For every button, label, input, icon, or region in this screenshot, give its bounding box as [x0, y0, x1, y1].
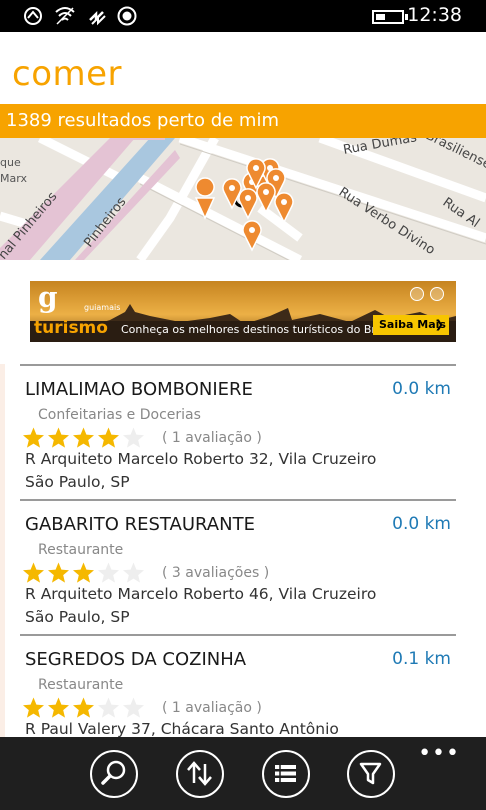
map-view[interactable]: que Marx Pinheiros nal Pinheiros Rua Ver… — [0, 138, 486, 260]
map-label: Marx — [0, 172, 27, 185]
divider — [20, 634, 456, 636]
item-address: R Paul Valery 37, Chácara Santo Antônio — [25, 720, 339, 738]
star-filled-icon — [48, 697, 69, 718]
ad-logo-main: turismo — [34, 318, 108, 338]
star-filled-icon — [73, 427, 94, 448]
ad-logo-small: guiamais — [84, 303, 121, 312]
star-filled-icon — [98, 427, 119, 448]
star-rating — [21, 426, 146, 450]
filter-button[interactable] — [347, 750, 395, 798]
item-category: Restaurante — [38, 677, 124, 693]
item-category: Restaurante — [38, 542, 124, 558]
page-title: comer — [12, 54, 123, 94]
results-count-bar[interactable]: 1389 resultados perto de mim — [0, 104, 486, 138]
item-name: SEGREDOS DA COZINHA — [25, 649, 247, 670]
ad-logo: g — [38, 281, 58, 314]
star-filled-icon — [23, 562, 44, 583]
sync-icon — [89, 10, 106, 26]
more-options-button[interactable]: ••• — [418, 741, 460, 766]
divider — [20, 364, 456, 366]
star-filled-icon — [48, 427, 69, 448]
map-pin-icon[interactable] — [238, 188, 258, 220]
map-pin-icon[interactable] — [256, 182, 276, 214]
map-label: Brasiliense — [423, 138, 486, 173]
item-address: R Arquiteto Marcelo Roberto 32, Vila Cru… — [25, 450, 377, 468]
list-icon — [275, 764, 296, 783]
star-filled-icon — [48, 562, 69, 583]
list-view-button[interactable] — [262, 750, 310, 798]
star-empty-icon — [123, 697, 144, 718]
item-distance: 0.1 km — [392, 649, 451, 669]
app-bar: ••• — [0, 737, 486, 810]
search-icon — [101, 760, 126, 785]
location-icon — [117, 6, 137, 26]
sort-icon — [187, 761, 212, 786]
apple-icon — [430, 287, 444, 301]
star-rating — [21, 561, 146, 585]
ad-text: Conheça os melhores destinos turísticos … — [121, 323, 398, 336]
item-city: São Paulo, SP — [25, 473, 130, 491]
divider — [20, 499, 456, 501]
status-bar: 12:38 — [0, 0, 486, 32]
item-city: São Paulo, SP — [25, 608, 130, 626]
battery-icon — [372, 10, 408, 24]
star-rating — [21, 696, 146, 720]
sort-button[interactable] — [176, 750, 224, 798]
star-empty-icon — [123, 427, 144, 448]
item-category: Confeitarias e Docerias — [38, 407, 201, 423]
wifi-icon — [55, 7, 75, 25]
star-filled-icon — [23, 697, 44, 718]
item-reviews: ( 3 avaliações ) — [162, 565, 270, 581]
item-distance: 0.0 km — [392, 514, 451, 534]
clock: 12:38 — [407, 4, 462, 26]
item-reviews: ( 1 avaliação ) — [162, 700, 262, 716]
item-name: GABARITO RESTAURANTE — [25, 514, 255, 535]
nfc-icon — [24, 7, 42, 25]
ad-banner[interactable]: g guiamais turismo Conheça os melhores d… — [30, 281, 456, 342]
star-filled-icon — [73, 697, 94, 718]
chevron-right-icon: ❯ — [434, 318, 444, 331]
item-address: R Arquiteto Marcelo Roberto 46, Vila Cru… — [25, 585, 377, 603]
item-reviews: ( 1 avaliação ) — [162, 430, 262, 446]
filter-icon — [359, 762, 382, 785]
star-filled-icon — [73, 562, 94, 583]
store-icon — [410, 287, 424, 301]
star-empty-icon — [98, 562, 119, 583]
search-button[interactable] — [90, 750, 138, 798]
item-name: LIMALIMAO BOMBONIERE — [25, 379, 253, 400]
map-pin-icon[interactable] — [242, 220, 262, 252]
list-item[interactable]: GABARITO RESTAURANTE 0.0 km Restaurante … — [0, 499, 486, 634]
list-item[interactable]: LIMALIMAO BOMBONIERE 0.0 km Confeitarias… — [0, 364, 486, 499]
star-empty-icon — [123, 562, 144, 583]
star-filled-icon — [23, 427, 44, 448]
map-label: que — [0, 156, 21, 169]
map-label: Rua Dumas — [342, 138, 418, 158]
ad-cta-button[interactable]: Saiba Mais ❯ — [373, 315, 449, 335]
item-distance: 0.0 km — [392, 379, 451, 399]
star-empty-icon — [98, 697, 119, 718]
